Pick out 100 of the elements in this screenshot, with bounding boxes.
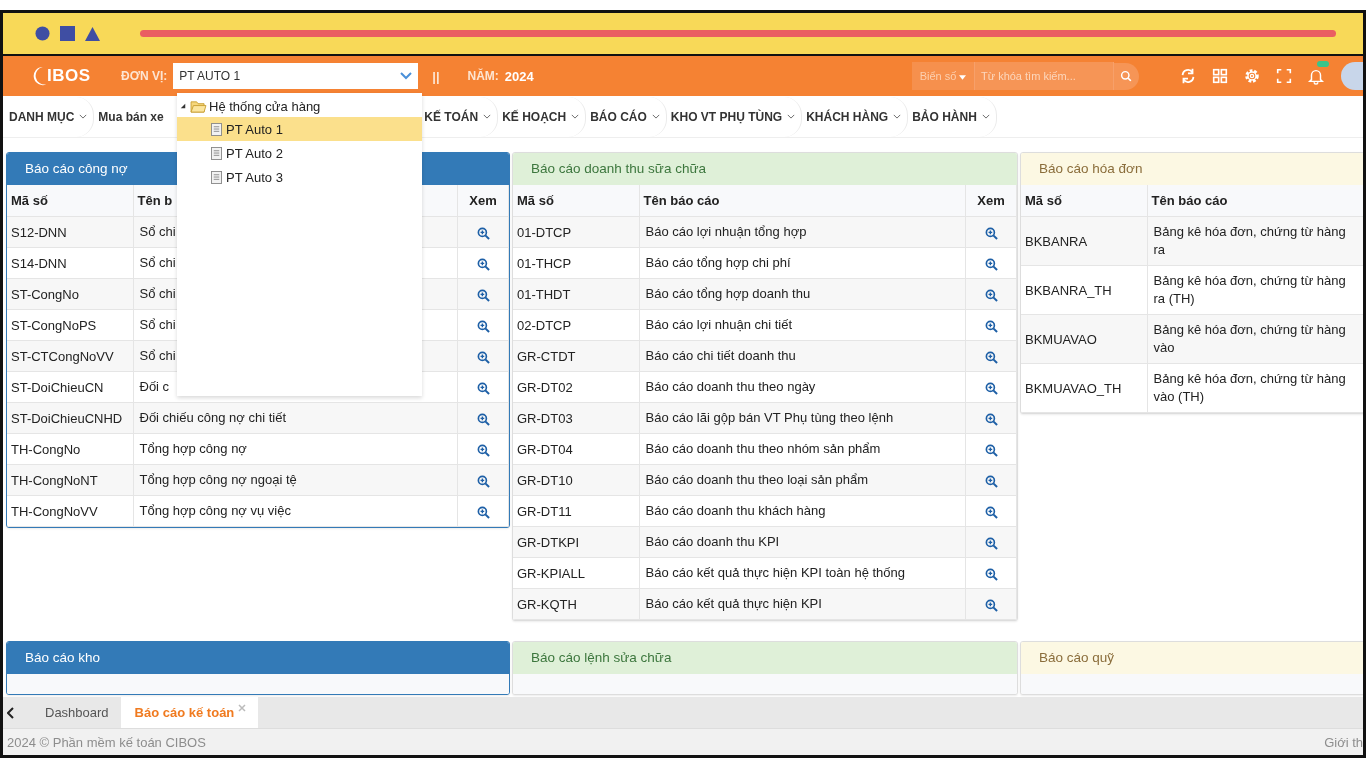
- table-cell: GR-DT10: [513, 464, 639, 496]
- table-cell: 02-DTCP: [513, 309, 639, 341]
- document-icon: [211, 170, 222, 184]
- table-cell: Báo cáo lợi nhuận chi tiết: [639, 309, 966, 341]
- zoom-in-icon[interactable]: [984, 567, 998, 581]
- column-header: Mã số: [7, 185, 133, 217]
- folder-icon: [190, 99, 207, 113]
- zoom-in-icon[interactable]: [984, 226, 998, 240]
- table-cell: Tổng hợp công nợ vụ việc: [133, 495, 458, 527]
- zoom-in-icon[interactable]: [984, 350, 998, 364]
- zoom-in-icon[interactable]: [984, 536, 998, 550]
- table-cell: Báo cáo kết quả thực hiện KPI toàn hệ thống: [639, 557, 966, 589]
- table-cell: TH-CongNoVV: [7, 495, 133, 527]
- zoom-in-icon[interactable]: [984, 257, 998, 271]
- chevron-left-icon[interactable]: [7, 706, 15, 719]
- zoom-in-icon[interactable]: [476, 350, 490, 364]
- chevron-down-icon: [483, 114, 492, 119]
- zoom-in-icon[interactable]: [476, 257, 490, 271]
- zoom-in-icon[interactable]: [984, 381, 998, 395]
- settings-icon[interactable]: [1243, 67, 1261, 85]
- chevron-down-icon: [787, 114, 796, 119]
- table-cell: Báo cáo doanh thu theo nhóm sản phẩm: [639, 433, 966, 465]
- tree-item[interactable]: PT Auto 1: [177, 117, 422, 141]
- table-cell: TH-CongNoNT: [7, 464, 133, 496]
- table-cell: BKBANRA: [1021, 216, 1147, 266]
- search-field[interactable]: Từ khóa tìm kiếm...: [974, 62, 1114, 90]
- table-cell: Báo cáo doanh thu KPI: [639, 526, 966, 558]
- zoom-in-icon[interactable]: [984, 474, 998, 488]
- table-cell: GR-DT02: [513, 371, 639, 403]
- year-value: 2024: [504, 68, 534, 84]
- panel-title: Báo cáo quỹ: [1021, 642, 1363, 674]
- zoom-in-icon[interactable]: [984, 412, 998, 426]
- zoom-in-icon[interactable]: [476, 319, 490, 333]
- square-icon: [60, 26, 75, 41]
- table-cell: Báo cáo doanh thu theo ngày: [639, 371, 966, 403]
- table-cell: Báo cáo lãi gộp bán VT Phụ tùng theo lệnh: [639, 402, 966, 434]
- column-header: Mã số: [1021, 185, 1147, 217]
- table-cell: Báo cáo doanh thu khách hàng: [639, 495, 966, 527]
- column-header: Xem: [965, 185, 1017, 217]
- table-cell: BKMUAVAO_TH: [1021, 363, 1147, 413]
- chevron-down-icon: [571, 114, 580, 119]
- table-cell: TH-CongNo: [7, 433, 133, 465]
- table-cell: ST-CongNo: [7, 278, 133, 310]
- table-cell: Tổng hợp công nợ: [133, 433, 458, 465]
- table-cell: GR-DT04: [513, 433, 639, 465]
- panel-title: Báo cáo doanh thu sữa chữa: [513, 153, 1017, 185]
- grid-icon[interactable]: [1211, 67, 1229, 85]
- table-cell: Báo cáo doanh thu theo loại sản phẩm: [639, 464, 966, 496]
- zoom-in-icon[interactable]: [984, 288, 998, 302]
- logo-text: IBOS: [47, 66, 91, 86]
- zoom-in-icon[interactable]: [476, 226, 490, 240]
- circle-icon: [35, 26, 50, 41]
- zoom-in-icon[interactable]: [984, 319, 998, 333]
- table-cell: Tổng hợp công nợ ngoại tệ: [133, 464, 458, 496]
- table-cell: Báo cáo lợi nhuận tổng hợp: [639, 216, 966, 248]
- bell-icon[interactable]: [1307, 67, 1325, 85]
- zoom-in-icon[interactable]: [476, 443, 490, 457]
- table-cell: Bảng kê hóa đơn, chứng từ hàng ra: [1147, 216, 1363, 266]
- table-cell: GR-DT03: [513, 402, 639, 434]
- document-icon: [211, 122, 222, 136]
- table-cell: ST-CTCongNoVV: [7, 340, 133, 372]
- refresh-icon[interactable]: [1179, 67, 1197, 85]
- table-cell: 01-DTCP: [513, 216, 639, 248]
- year-label: NĂM:: [467, 69, 499, 83]
- table-cell: ST-DoiChieuCNHD: [7, 402, 133, 434]
- table-cell: GR-DTKPI: [513, 526, 639, 558]
- table-cell: Báo cáo tổng hợp doanh thu: [639, 278, 966, 310]
- table-cell: Đối chiếu công nợ chi tiết: [133, 402, 458, 434]
- zoom-in-icon[interactable]: [476, 474, 490, 488]
- tree-node[interactable]: Hệ thống cửa hàng: [177, 95, 422, 117]
- unit-label: ĐƠN VỊ:: [121, 69, 168, 83]
- chevron-down-icon: [651, 114, 660, 119]
- table-cell: GR-KPIALL: [513, 557, 639, 589]
- table-cell: Báo cáo kết quả thực hiện KPI: [639, 588, 966, 620]
- table-cell: Bảng kê hóa đơn, chứng từ hàng vào (TH): [1147, 363, 1363, 413]
- page-tab[interactable]: Dashboard: [31, 697, 121, 728]
- triangle-icon: [85, 26, 100, 41]
- chevron-down-icon[interactable]: [400, 72, 413, 80]
- table-cell: GR-DT11: [513, 495, 639, 527]
- table-cell: ST-CongNoPS: [7, 309, 133, 341]
- zoom-in-icon[interactable]: [476, 412, 490, 426]
- copyright-text: 2024 © Phần mềm kế toán CIBOS: [7, 734, 206, 750]
- fullscreen-icon[interactable]: [1275, 67, 1293, 85]
- zoom-in-icon[interactable]: [984, 443, 998, 457]
- chevron-down-icon: [981, 114, 990, 119]
- zoom-in-icon[interactable]: [476, 288, 490, 302]
- unit-select[interactable]: PT AUTO 1: [173, 63, 419, 89]
- zoom-in-icon[interactable]: [476, 381, 490, 395]
- table-cell: BKMUAVAO: [1021, 314, 1147, 364]
- expand-icon[interactable]: [180, 103, 186, 109]
- zoom-in-icon[interactable]: [984, 598, 998, 612]
- column-header: Xem: [457, 185, 509, 217]
- table-cell: ST-DoiChieuCN: [7, 371, 133, 403]
- zoom-in-icon[interactable]: [476, 505, 490, 519]
- zoom-in-icon[interactable]: [984, 505, 998, 519]
- chevron-down-icon: [893, 114, 902, 119]
- panel-title: Báo cáo lệnh sửa chữa: [513, 642, 1017, 674]
- chevron-down-icon: [79, 114, 88, 119]
- table-cell: BKBANRA_TH: [1021, 265, 1147, 315]
- column-header: Tên báo cáo: [1147, 185, 1363, 217]
